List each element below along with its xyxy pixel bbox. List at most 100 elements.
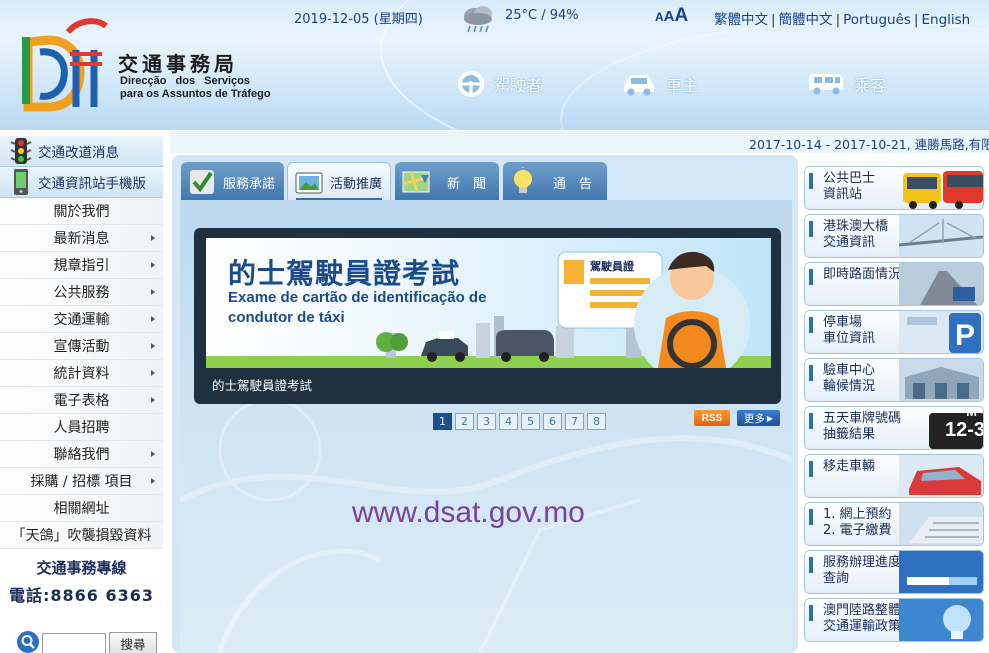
submenu-arrow-icon <box>151 397 155 403</box>
dsat-logo[interactable] <box>18 12 108 112</box>
hotline-phone: 電話:8866 6363 <box>8 586 155 605</box>
quick-link-line: 澳門陸路整體 <box>823 603 902 618</box>
font-size-medium-button[interactable]: A <box>664 8 675 25</box>
role-driver-button[interactable]: 駕駛者 <box>456 66 542 102</box>
quick-link-label: 公共巴士 資訊站 <box>823 171 875 203</box>
accent-bar <box>809 461 813 477</box>
mobile-site-label: 交通資訊站手機版 <box>38 176 146 192</box>
banner-card-label: 駕駛員證 <box>590 260 634 273</box>
news-ticker-text[interactable]: 2017-10-14 - 2017-10-21, 連勝馬路,有限 <box>749 134 989 153</box>
menu-item-e-forms[interactable]: 電子表格 <box>0 387 163 414</box>
pager-page-button[interactable]: 7 <box>565 413 584 430</box>
menu-item-contact[interactable]: 聯絡我們 <box>0 441 163 468</box>
accent-bar <box>809 557 813 573</box>
menu-item-typhoon-damage[interactable]: 「天鴿」吹襲損毀資料 <box>0 522 163 549</box>
tab-service-pledge[interactable]: 服務承諾 <box>181 162 284 202</box>
pager-page-button[interactable]: 6 <box>543 413 562 430</box>
news-ticker[interactable]: 2017-10-14 - 2017-10-21, 連勝馬路,有限 <box>170 131 989 153</box>
menu-item-about[interactable]: 關於我們 <box>0 198 163 225</box>
pager-page-button[interactable]: 2 <box>455 413 474 430</box>
submenu-arrow-icon <box>151 343 155 349</box>
menu-item-regulations[interactable]: 規章指引 <box>0 252 163 279</box>
steering-wheel-icon <box>458 71 484 97</box>
menu-item-links[interactable]: 相關網址 <box>0 495 163 522</box>
menu-item-label: 人員招聘 <box>53 420 110 436</box>
logo-subtitle-pt: para os Assuntos de Tráfego <box>120 88 271 100</box>
font-size-controls: AAA <box>655 5 688 27</box>
pager-page-button[interactable]: 3 <box>477 413 496 430</box>
rss-button[interactable]: RSS <box>694 410 730 426</box>
more-button[interactable]: 更多 ▶ <box>737 410 780 426</box>
pager-page-button[interactable]: 1 <box>433 413 452 430</box>
carousel-pager: 1 2 3 4 5 6 7 8 <box>433 413 606 430</box>
font-size-small-button[interactable]: A <box>655 10 664 24</box>
lang-portuguese-link[interactable]: Português <box>843 12 911 28</box>
banner-caption[interactable]: 的士駕駛員證考試 <box>212 375 312 394</box>
submenu-arrow-icon <box>151 316 155 322</box>
menu-item-label: 宣傳活動 <box>53 339 110 355</box>
progress-bar-icon <box>899 551 983 593</box>
current-date: 2019-12-05 (星期四) <box>294 12 423 27</box>
menu-item-transport[interactable]: 交通運輸 <box>0 306 163 333</box>
pager-page-button[interactable]: 4 <box>499 413 518 430</box>
lang-traditional-chinese-link[interactable]: 繁體中文 <box>714 12 768 28</box>
tab-news[interactable]: 新 聞 <box>395 162 499 202</box>
accent-bar <box>809 173 813 189</box>
quick-link-transport-policy[interactable]: 澳門陸路整體 交通運輸政策 <box>804 598 984 642</box>
banner-title: 的士駕駛員證考試 <box>228 257 461 290</box>
quick-link-label: 驗車中心 輪候情況 <box>823 363 875 395</box>
banner-subtitle-pt: condutor de táxi <box>228 309 345 326</box>
quick-link-line: 五天車牌號碼 <box>823 411 902 426</box>
svg-text:P: P <box>955 319 975 352</box>
bus-icon <box>903 171 983 209</box>
quick-link-line: 驗車中心 <box>823 363 876 378</box>
quick-link-bus-info[interactable]: 公共巴士 資訊站 <box>804 166 984 210</box>
menu-item-campaigns[interactable]: 宣傳活動 <box>0 333 163 360</box>
tab-promotions[interactable]: 活動推廣 <box>287 162 391 202</box>
quick-link-online-booking[interactable]: 1. 網上預約 2. 電子繳費 <box>804 502 984 546</box>
quick-link-line: 2. 電子繳費 <box>823 523 892 538</box>
quick-link-towed-vehicles[interactable]: 移走車輛 <box>804 454 984 498</box>
quick-link-plate-lottery[interactable]: 五天車牌號碼 抽籤結果 M 12-3 <box>804 406 984 450</box>
menu-item-public-services[interactable]: 公共服務 <box>0 279 163 306</box>
role-passenger-button[interactable]: 乘客 <box>806 66 886 102</box>
tab-notices[interactable]: 通 告 <box>503 162 607 202</box>
lang-simplified-chinese-link[interactable]: 簡體中文 <box>779 12 833 28</box>
search-button[interactable]: 搜尋 <box>109 632 157 653</box>
quick-link-road-conditions[interactable]: 即時路面情況 <box>804 262 984 306</box>
bridge-icon <box>899 215 983 257</box>
menu-item-label: 「天鴿」吹襲損毀資料 <box>11 528 152 544</box>
menu-item-procurement[interactable]: 採購 / 招標 項目 <box>0 468 163 495</box>
quick-link-bridge-info[interactable]: 港珠澳大橋 交通資訊 <box>804 214 984 258</box>
quick-link-inspection-center[interactable]: 驗車中心 輪候情況 <box>804 358 984 402</box>
quick-link-line: 車位資訊 <box>823 331 876 346</box>
font-size-large-button[interactable]: A <box>675 5 689 26</box>
tab-label: 新 聞 <box>447 176 487 192</box>
search-input[interactable] <box>42 633 106 653</box>
website-url: www.dsat.gov.mo <box>352 496 585 529</box>
menu-item-recruitment[interactable]: 人員招聘 <box>0 414 163 441</box>
role-owner-button[interactable]: 車主 <box>620 66 698 102</box>
lang-english-link[interactable]: English <box>921 12 970 28</box>
quick-link-line: 移走車輛 <box>823 459 876 474</box>
menu-item-label: 交通運輸 <box>53 312 110 328</box>
quick-link-line: 交通運輸政策 <box>823 619 902 634</box>
menu-item-news[interactable]: 最新消息 <box>0 225 163 252</box>
quick-link-line: 查詢 <box>823 571 850 586</box>
menu-item-statistics[interactable]: 統計資料 <box>0 360 163 387</box>
lightbulb-icon <box>514 167 532 193</box>
quick-link-parking[interactable]: 停車場 車位資訊 P <box>804 310 984 354</box>
logo-subtitle-pt: Direcção dos Serviços <box>120 75 251 87</box>
mobile-site-link[interactable]: 交通資訊站手機版 <box>0 167 163 198</box>
plate-number: 12-3 <box>944 419 984 441</box>
quick-link-label: 港珠澳大橋 交通資訊 <box>823 219 888 251</box>
quick-link-line: 抽籤結果 <box>823 427 876 442</box>
pager-page-button[interactable]: 8 <box>587 413 606 430</box>
quick-link-service-progress[interactable]: 服務辦理進度 查詢 <box>804 550 984 594</box>
traffic-diversion-link[interactable]: 交通改道消息 <box>0 136 163 167</box>
mobile-phone-icon <box>14 169 28 195</box>
menu-item-label: 最新消息 <box>53 231 110 247</box>
main-menu: 關於我們 最新消息 規章指引 公共服務 交通運輸 宣傳活動 統計資料 電子表格 … <box>0 198 163 549</box>
pager-page-button[interactable]: 5 <box>521 413 540 430</box>
divider: | <box>771 12 776 28</box>
